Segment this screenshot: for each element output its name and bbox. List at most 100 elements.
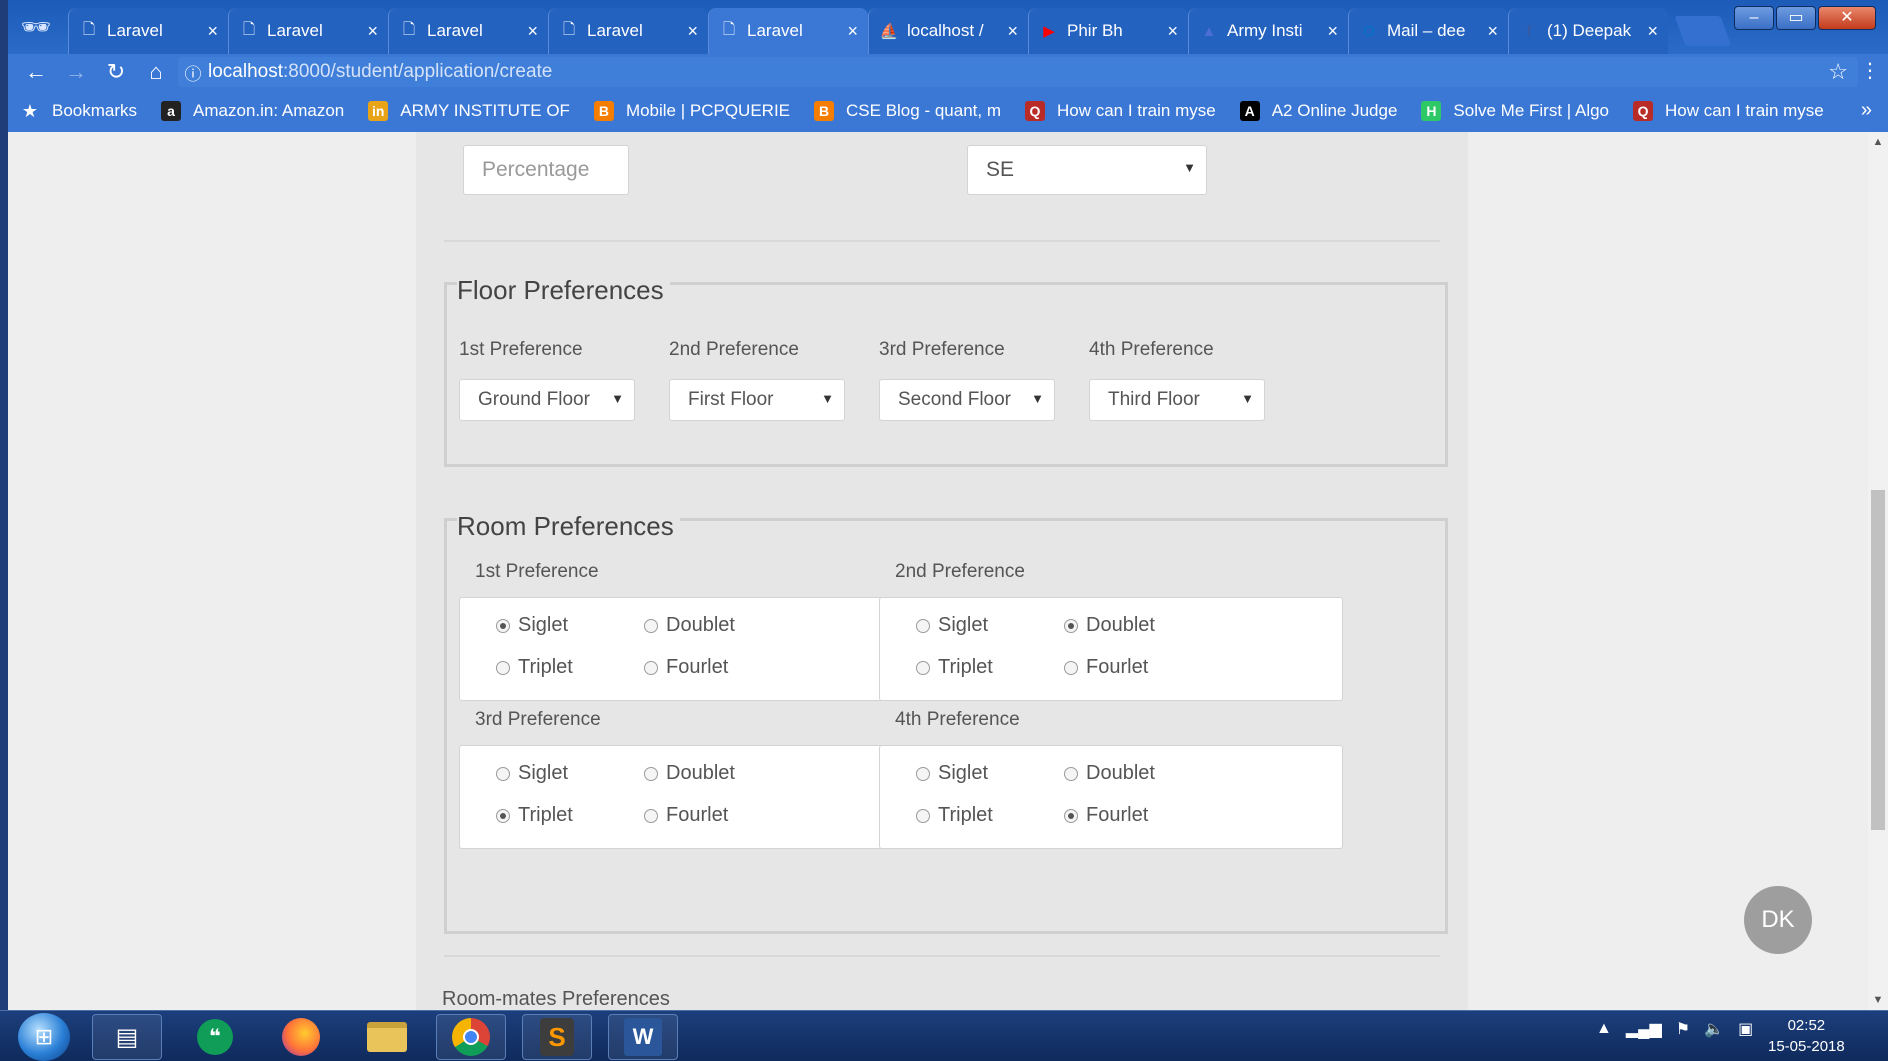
radio-button[interactable] <box>916 766 930 781</box>
room-option-siglet[interactable]: Siglet <box>496 762 568 785</box>
radio-button[interactable] <box>916 808 930 823</box>
close-icon[interactable]: × <box>207 21 218 42</box>
radio-button[interactable] <box>496 660 510 675</box>
back-button[interactable]: ← <box>16 59 56 85</box>
close-window-button[interactable]: ✕ <box>1818 6 1876 30</box>
radio-button[interactable] <box>644 766 658 781</box>
tab-2[interactable]: 🗋 Laravel × <box>228 8 388 54</box>
bookmark-item[interactable]: a Amazon.in: Amazon <box>161 101 344 121</box>
room-option-fourlet[interactable]: Fourlet <box>644 656 728 679</box>
tab-3[interactable]: 🗋 Laravel × <box>388 8 548 54</box>
bookmark-item[interactable]: in ARMY INSTITUTE OF <box>368 101 570 121</box>
floor-pref-select-1[interactable]: Ground Floor ▼ <box>459 379 635 421</box>
minimize-button[interactable]: ‒ <box>1734 6 1774 30</box>
taskbar-explorer-icon[interactable] <box>352 1014 422 1060</box>
scroll-up-icon[interactable]: ▲ <box>1868 136 1888 148</box>
power-icon[interactable]: ▣ <box>1738 1019 1753 1039</box>
site-info-icon[interactable]: ⓘ <box>178 60 208 85</box>
address-bar[interactable]: ⓘ localhost:8000/student/application/cre… <box>178 57 1858 87</box>
tab-5[interactable]: 🗋 Laravel × <box>708 8 868 54</box>
radio-button[interactable] <box>496 808 510 823</box>
scroll-down-icon[interactable]: ▼ <box>1868 994 1888 1006</box>
start-button[interactable]: ⊞ <box>18 1013 70 1061</box>
tray-expand-icon[interactable]: ▲ <box>1596 1020 1612 1038</box>
percentage-input[interactable]: Percentage <box>463 145 629 195</box>
action-center-icon[interactable]: ⚑ <box>1676 1019 1690 1039</box>
new-tab-button[interactable] <box>1674 16 1732 46</box>
signal-icon[interactable]: ▂▄▆ <box>1626 1019 1662 1039</box>
bookmark-item[interactable]: B CSE Blog - quant, m <box>814 101 1001 121</box>
room-option-triplet[interactable]: Triplet <box>496 656 573 679</box>
bookmark-item[interactable]: A A2 Online Judge <box>1239 101 1397 121</box>
room-option-triplet[interactable]: Triplet <box>916 656 993 679</box>
taskbar-hangouts-icon[interactable]: ❝ <box>180 1014 250 1060</box>
room-option-triplet[interactable]: Triplet <box>916 804 993 827</box>
floor-pref-select-3[interactable]: Second Floor ▼ <box>879 379 1055 421</box>
bookmark-item[interactable]: Q How can I train myse <box>1024 101 1216 121</box>
radio-button[interactable] <box>916 660 930 675</box>
taskbar-chrome-icon[interactable] <box>436 1014 506 1060</box>
radio-button[interactable] <box>496 766 510 781</box>
room-option-doublet[interactable]: Doublet <box>1064 614 1155 637</box>
bookmarks-overflow-icon[interactable]: » <box>1861 99 1872 122</box>
room-option-doublet[interactable]: Doublet <box>644 614 735 637</box>
bookmark-item[interactable]: H Solve Me First | Algo <box>1421 101 1609 121</box>
close-icon[interactable]: × <box>687 21 698 42</box>
close-icon[interactable]: × <box>847 21 858 42</box>
taskbar-firefox-icon[interactable] <box>266 1014 336 1060</box>
close-icon[interactable]: × <box>1007 21 1018 42</box>
radio-button[interactable] <box>644 808 658 823</box>
page-scrollbar[interactable]: ▲ ▼ <box>1868 132 1888 1010</box>
close-icon[interactable]: × <box>1327 21 1338 42</box>
close-icon[interactable]: × <box>527 21 538 42</box>
radio-button[interactable] <box>644 618 658 633</box>
close-icon[interactable]: × <box>1647 21 1658 42</box>
volume-icon[interactable]: 🔈 <box>1704 1019 1724 1039</box>
close-icon[interactable]: × <box>1167 21 1178 42</box>
taskbar-sublime-icon[interactable]: S <box>522 1014 592 1060</box>
room-option-siglet[interactable]: Siglet <box>496 614 568 637</box>
room-option-doublet[interactable]: Doublet <box>644 762 735 785</box>
tab-8[interactable]: ▲ Army Insti × <box>1188 8 1348 54</box>
taskbar-word-icon[interactable]: W <box>608 1014 678 1060</box>
close-icon[interactable]: × <box>1487 21 1498 42</box>
room-option-siglet[interactable]: Siglet <box>916 614 988 637</box>
radio-button[interactable] <box>1064 808 1078 823</box>
chevron-down-icon: ▼ <box>1031 391 1044 406</box>
radio-button[interactable] <box>1064 660 1078 675</box>
radio-button[interactable] <box>644 660 658 675</box>
taskbar-clock[interactable]: 02:52 15-05-2018 <box>1768 1015 1845 1057</box>
taskbar-terminal-icon[interactable]: ▤ <box>92 1014 162 1060</box>
tab-7[interactable]: ▶ Phir Bh × <box>1028 8 1188 54</box>
avatar[interactable]: DK <box>1744 886 1812 954</box>
radio-button[interactable] <box>916 618 930 633</box>
bookmark-item[interactable]: Q How can I train myse <box>1633 101 1824 121</box>
bookmarks-folder[interactable]: ★ Bookmarks <box>20 101 137 121</box>
close-icon[interactable]: × <box>367 21 378 42</box>
room-option-fourlet[interactable]: Fourlet <box>1064 804 1148 827</box>
tab-10[interactable]: f (1) Deepak × <box>1508 8 1668 54</box>
maximize-button[interactable]: ▭ <box>1776 6 1816 30</box>
radio-button[interactable] <box>496 618 510 633</box>
tab-9[interactable]: O Mail – dee × <box>1348 8 1508 54</box>
bookmark-item[interactable]: B Mobile | PCPQUERIE <box>593 101 790 121</box>
reload-button[interactable]: ↻ <box>96 59 136 85</box>
floor-pref-select-2[interactable]: First Floor ▼ <box>669 379 845 421</box>
room-option-doublet[interactable]: Doublet <box>1064 762 1155 785</box>
tab-4[interactable]: 🗋 Laravel × <box>548 8 708 54</box>
tab-6[interactable]: ⛵ localhost / × <box>868 8 1028 54</box>
bookmark-star-icon[interactable]: ☆ <box>1828 59 1848 85</box>
radio-button[interactable] <box>1064 618 1078 633</box>
room-option-siglet[interactable]: Siglet <box>916 762 988 785</box>
room-option-fourlet[interactable]: Fourlet <box>1064 656 1148 679</box>
tab-1[interactable]: 🗋 Laravel × <box>68 8 228 54</box>
home-button[interactable]: ⌂ <box>136 59 176 85</box>
radio-button[interactable] <box>1064 766 1078 781</box>
floor-pref-select-4[interactable]: Third Floor ▼ <box>1089 379 1265 421</box>
forward-button[interactable]: → <box>56 59 96 85</box>
scrollbar-thumb[interactable] <box>1871 490 1885 830</box>
browser-menu-icon[interactable]: ⋮ <box>1860 58 1880 83</box>
room-option-triplet[interactable]: Triplet <box>496 804 573 827</box>
branch-select[interactable]: SE ▼ <box>967 145 1207 195</box>
room-option-fourlet[interactable]: Fourlet <box>644 804 728 827</box>
